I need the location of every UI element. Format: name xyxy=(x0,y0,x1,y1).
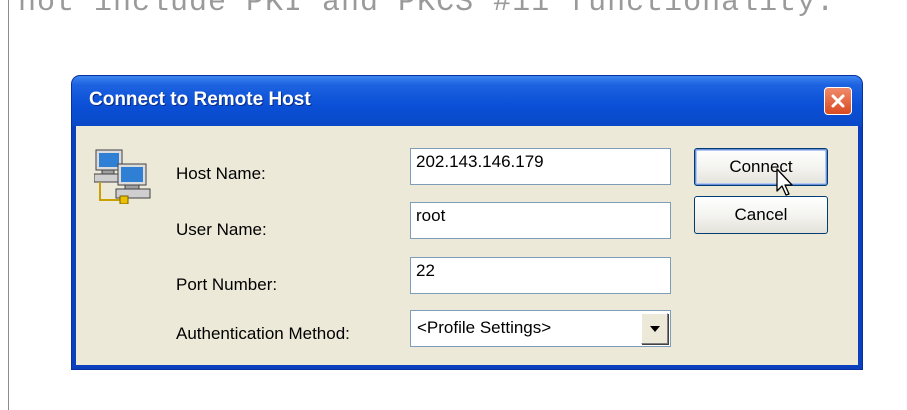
document-left-border xyxy=(8,0,9,410)
host-name-input[interactable]: 202.143.146.179 xyxy=(410,148,671,185)
cancel-button[interactable]: Cancel xyxy=(694,196,828,234)
port-number-input[interactable]: 22 xyxy=(410,257,671,294)
auth-method-select[interactable]: <Profile Settings> xyxy=(410,310,671,347)
host-name-label: Host Name: xyxy=(176,164,266,183)
connect-dialog: Connect to Remote Host Host Name: 202.14 xyxy=(72,76,862,369)
connect-button[interactable]: Connect xyxy=(694,148,828,186)
dialog-title: Connect to Remote Host xyxy=(89,89,311,110)
close-button[interactable] xyxy=(824,87,852,115)
dialog-titlebar[interactable]: Connect to Remote Host xyxy=(72,76,862,126)
network-computers-icon xyxy=(94,149,151,204)
port-number-label: Port Number: xyxy=(176,275,278,294)
auth-method-dropdown-button[interactable] xyxy=(641,313,668,344)
dialog-body: Host Name: 202.143.146.179 User Name: ro… xyxy=(76,126,858,365)
document-text: not include PKI and PKCS #11 functionali… xyxy=(18,0,836,20)
cancel-button-label: Cancel xyxy=(734,205,788,224)
close-icon xyxy=(831,94,845,108)
auth-method-value: <Profile Settings> xyxy=(417,318,552,337)
auth-method-label: Authentication Method: xyxy=(176,324,350,343)
mouse-pointer-icon xyxy=(776,168,793,196)
user-name-label: User Name: xyxy=(176,220,267,239)
user-name-input[interactable]: root xyxy=(410,202,671,239)
chevron-down-icon xyxy=(649,325,660,332)
